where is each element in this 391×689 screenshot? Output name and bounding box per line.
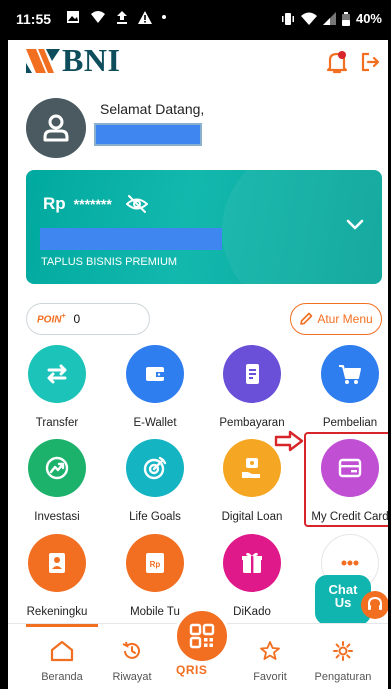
upload-icon bbox=[117, 11, 127, 24]
user-icon bbox=[43, 114, 69, 142]
masked-balance: ******* bbox=[73, 196, 112, 212]
poin-logo-icon: POIN+ bbox=[37, 312, 66, 326]
bill-glyph-icon bbox=[246, 364, 259, 384]
brand-name: BNI bbox=[62, 42, 121, 78]
atm-icon: Rp bbox=[126, 534, 184, 592]
menu-item-label: Investasi bbox=[34, 511, 80, 523]
account-number-redacted bbox=[40, 228, 222, 250]
menu-item-dikado[interactable]: DiKado bbox=[208, 534, 296, 618]
poin-badge[interactable]: POIN+ 0 bbox=[26, 303, 150, 335]
status-time: 11:55 bbox=[16, 11, 52, 27]
headset-icon[interactable] bbox=[361, 591, 388, 619]
menu-item-rekeningku[interactable]: Rekeningku bbox=[13, 534, 101, 618]
currency-label: Rp bbox=[43, 194, 66, 213]
gift-glyph-icon bbox=[242, 552, 262, 573]
menu-item-life-goals[interactable]: Life Goals bbox=[111, 439, 199, 523]
menu-item-e-wallet[interactable]: E-Wallet bbox=[111, 345, 199, 429]
bni-logo-mark-icon bbox=[26, 48, 60, 73]
menu-item-label: Pembayaran bbox=[219, 417, 285, 429]
transfer-icon bbox=[28, 345, 86, 403]
qris-scan-button[interactable] bbox=[174, 608, 230, 664]
menu-item-label: Pembelian bbox=[322, 417, 378, 429]
header-actions bbox=[326, 50, 380, 74]
gift-icon bbox=[223, 534, 281, 592]
pencil-icon bbox=[300, 312, 313, 325]
atur-menu-button[interactable]: Atur Menu bbox=[290, 303, 382, 335]
menu-item-pembayaran[interactable]: Pembayaran bbox=[208, 345, 296, 429]
nav-pengaturan[interactable]: Pengaturan bbox=[305, 640, 381, 683]
nav-beranda[interactable]: Beranda bbox=[24, 640, 100, 683]
wifi-icon bbox=[300, 12, 317, 25]
balance-card[interactable]: Rp ******* TAPLUS BISNIS PREMIUM bbox=[26, 170, 382, 284]
settings-gear-icon bbox=[333, 641, 353, 661]
nav-active-indicator bbox=[26, 624, 98, 627]
nav-riwayat[interactable]: Riwayat bbox=[94, 640, 170, 683]
logout-icon[interactable] bbox=[360, 52, 380, 72]
wallet-icon bbox=[126, 345, 184, 403]
headset-glyph-icon bbox=[368, 596, 382, 610]
notification-bell-icon[interactable] bbox=[326, 50, 348, 74]
cart-glyph-icon bbox=[339, 365, 361, 384]
app-screen: 11:55 40% BNI Selamat Datang, Rp *******… bbox=[8, 0, 388, 689]
wallet-glyph-icon bbox=[146, 367, 164, 381]
battery-percent: 40% bbox=[355, 11, 382, 26]
balance-row: Rp ******* bbox=[43, 194, 148, 214]
bni-logo: BNI bbox=[26, 42, 120, 79]
account-book-icon bbox=[28, 534, 86, 592]
wifi-question-icon bbox=[91, 11, 105, 23]
avatar[interactable] bbox=[26, 98, 86, 158]
gallery-icon bbox=[67, 11, 79, 23]
target-glyph-icon bbox=[143, 456, 167, 480]
home-icon bbox=[50, 640, 74, 662]
nav-favorit[interactable]: Favorit bbox=[232, 640, 308, 683]
arrow-right-icon bbox=[274, 430, 304, 452]
dot-icon bbox=[162, 15, 166, 19]
eye-hidden-icon[interactable] bbox=[125, 195, 148, 213]
user-name-redacted bbox=[94, 123, 202, 146]
cart-icon bbox=[321, 345, 379, 403]
greeting-text: Selamat Datang, bbox=[100, 101, 205, 117]
status-bar: 11:55 40% bbox=[8, 0, 388, 40]
status-system-icons: 40% bbox=[281, 11, 382, 26]
menu-item-investasi[interactable]: Investasi bbox=[13, 439, 101, 523]
menu-item-pembelian[interactable]: Pembelian bbox=[306, 345, 388, 429]
warning-icon bbox=[138, 10, 152, 24]
menu-item-mobile-tu[interactable]: Rp Mobile Tu bbox=[111, 534, 199, 618]
nav-label-beranda: Beranda bbox=[41, 671, 83, 683]
qr-code-icon bbox=[189, 623, 215, 649]
menu-item-label: Digital Loan bbox=[221, 511, 283, 523]
nav-label-riwayat: Riwayat bbox=[112, 671, 152, 683]
chevron-down-icon[interactable] bbox=[346, 219, 364, 231]
battery-icon bbox=[341, 11, 350, 26]
menu-item-transfer[interactable]: Transfer bbox=[13, 345, 101, 429]
atur-menu-label: Atur Menu bbox=[317, 312, 373, 326]
more-glyph-icon bbox=[341, 560, 359, 566]
atm-glyph-icon: Rp bbox=[146, 553, 164, 573]
qris-label[interactable]: QRIS bbox=[176, 663, 207, 677]
loan-icon bbox=[223, 439, 281, 497]
target-icon bbox=[126, 439, 184, 497]
account-type: TAPLUS BISNIS PREMIUM bbox=[41, 256, 178, 268]
vibrate-icon bbox=[281, 12, 294, 25]
menu-item-label: Rekeningku bbox=[26, 606, 88, 618]
menu-item-label: E-Wallet bbox=[133, 417, 177, 429]
poin-value: 0 bbox=[73, 312, 81, 326]
loan-glyph-icon bbox=[242, 458, 260, 478]
svg-text:Rp: Rp bbox=[150, 560, 161, 569]
nav-label-favorit: Favorit bbox=[253, 671, 287, 683]
nav-label-pengaturan: Pengaturan bbox=[314, 671, 372, 683]
history-icon bbox=[122, 641, 140, 659]
bill-icon bbox=[223, 345, 281, 403]
star-icon bbox=[260, 641, 280, 660]
status-notification-icons bbox=[66, 10, 166, 24]
menu-item-label: Transfer bbox=[35, 417, 79, 429]
transfer-glyph-icon bbox=[47, 364, 67, 384]
investment-glyph-icon bbox=[45, 456, 69, 480]
highlight-box bbox=[304, 432, 388, 527]
investment-icon bbox=[28, 439, 86, 497]
menu-item-label: Life Goals bbox=[129, 511, 181, 523]
account-book-glyph-icon bbox=[49, 553, 65, 573]
signal-icon bbox=[322, 12, 336, 25]
